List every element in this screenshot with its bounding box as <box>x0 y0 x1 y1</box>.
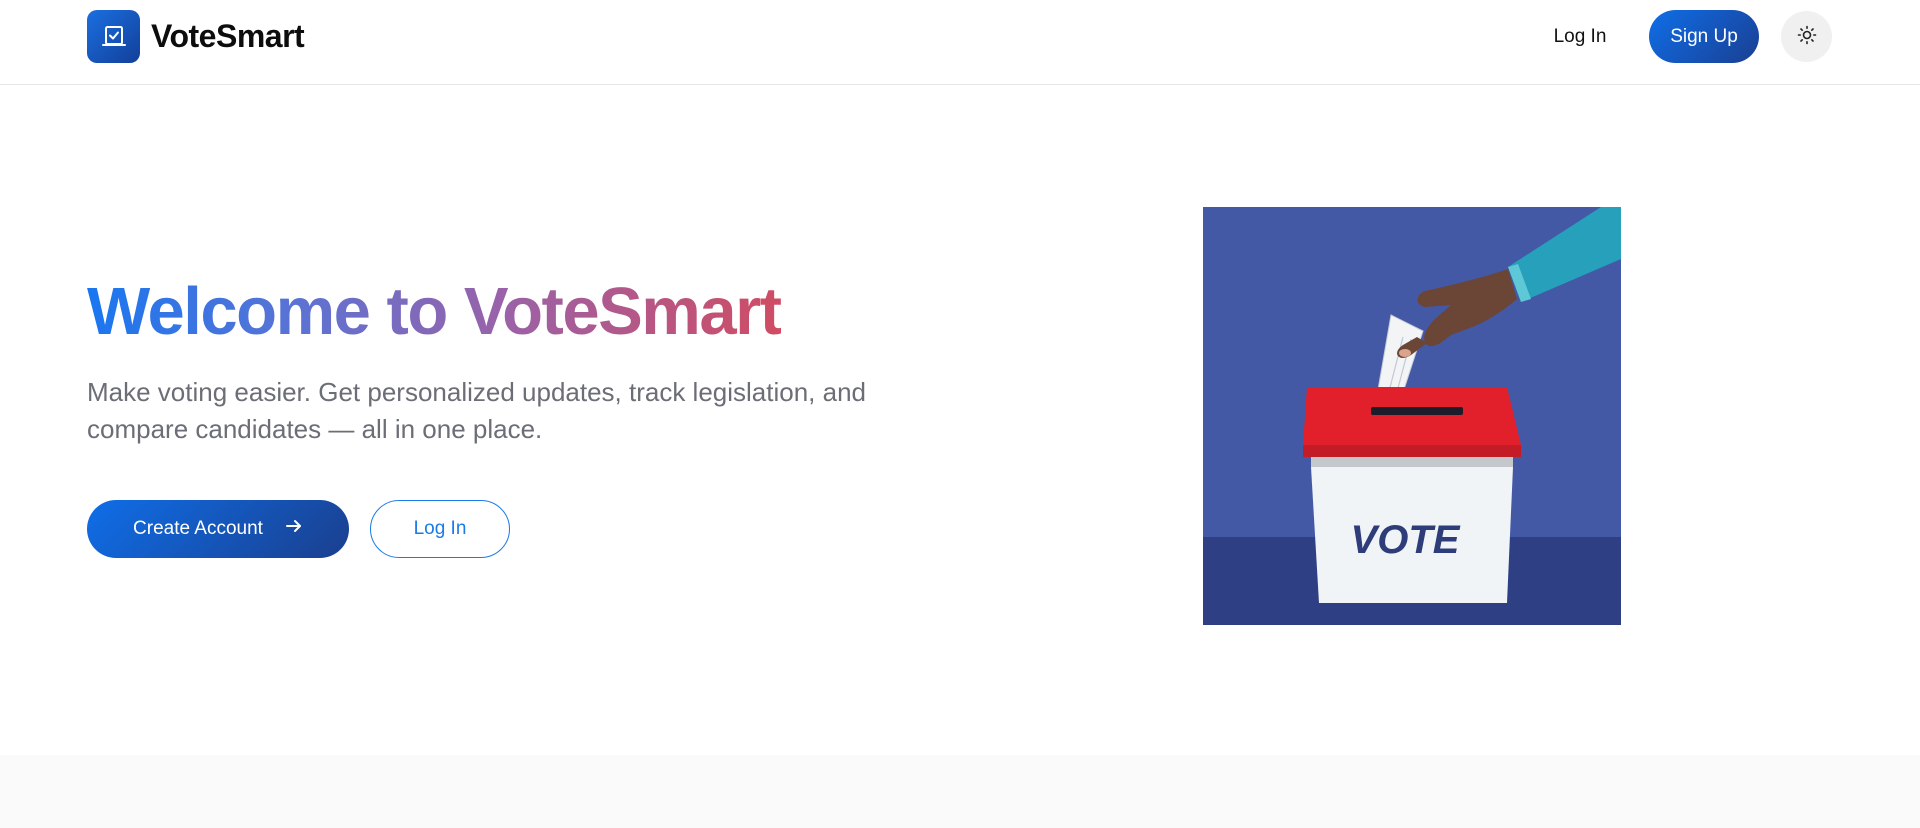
brand-name: VoteSmart <box>151 18 305 54</box>
theme-toggle-button[interactable] <box>1781 11 1832 62</box>
header-signup-button[interactable]: Sign Up <box>1649 10 1759 63</box>
hero-title: Welcome to VoteSmart <box>87 270 782 354</box>
hero-subtitle: Make voting easier. Get personalized upd… <box>87 377 867 444</box>
ballot-check-icon <box>87 10 140 63</box>
brand[interactable]: VoteSmart <box>87 10 305 63</box>
top-nav: VoteSmart Log In Sign Up <box>0 0 1920 85</box>
create-account-label: Create Account <box>133 518 263 539</box>
hero-login-button[interactable]: Log In <box>370 500 510 558</box>
create-account-button[interactable]: Create Account <box>87 500 349 558</box>
arrow-right-icon <box>285 517 303 541</box>
sun-icon <box>1797 25 1817 48</box>
header-login-button[interactable]: Log In <box>1536 14 1624 60</box>
next-section-band <box>0 755 1920 828</box>
ballot-box-label: VOTE <box>1351 518 1461 562</box>
ballot-box-illustration: VOTE <box>1203 207 1621 625</box>
